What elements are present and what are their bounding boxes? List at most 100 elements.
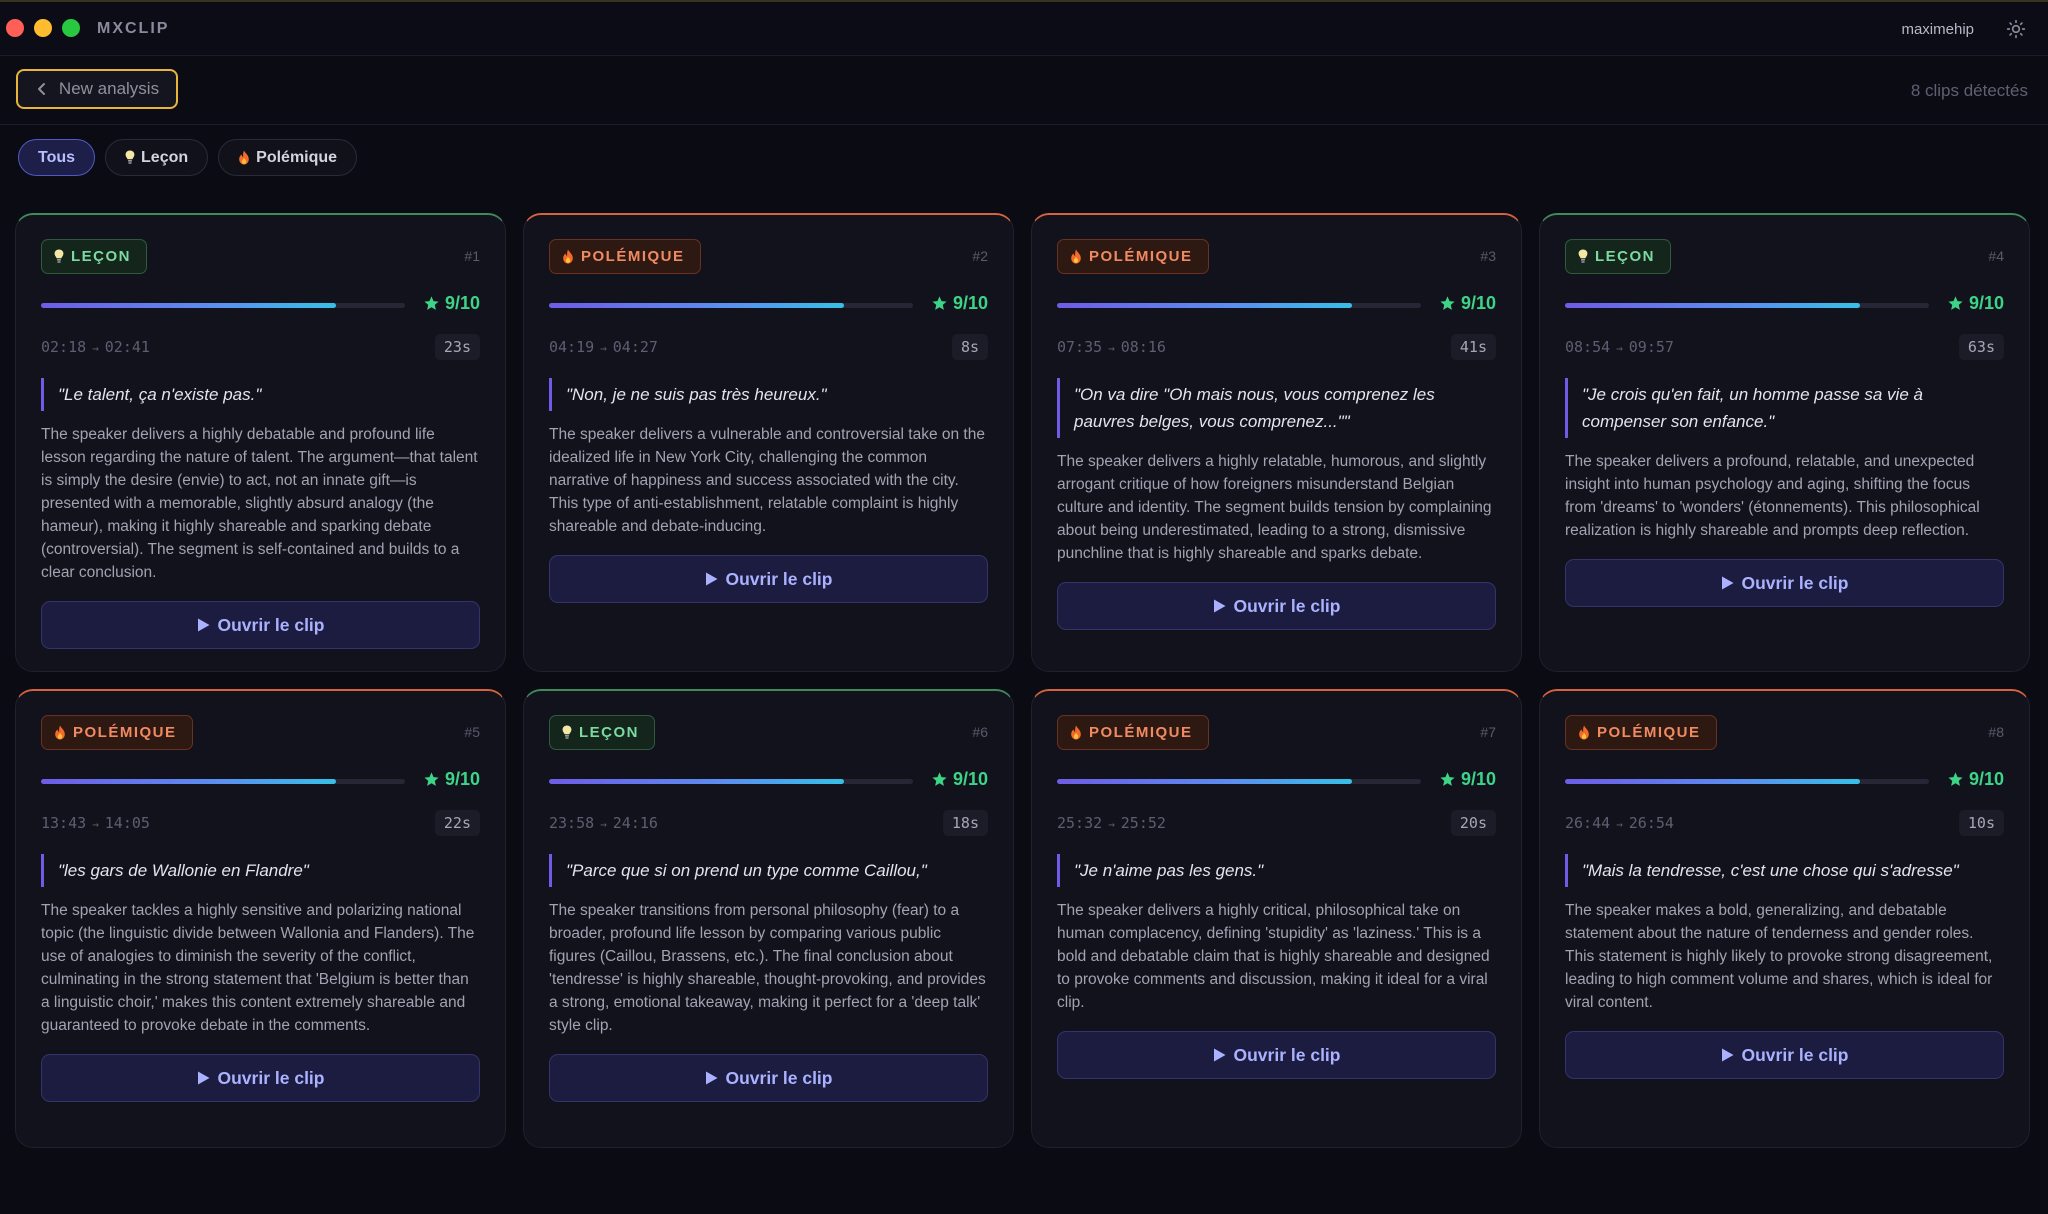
category-badge: POLÉMIQUE <box>41 715 193 750</box>
clip-number: #1 <box>464 248 480 264</box>
clip-description: The speaker delivers a profound, relatab… <box>1565 453 1980 539</box>
clip-number: #7 <box>1480 724 1496 740</box>
arrow-right-icon: → <box>92 818 99 831</box>
score-bar-fill <box>1565 303 1860 308</box>
filter-polemique[interactable]: Polémique <box>218 139 358 176</box>
new-analysis-button[interactable]: New analysis <box>16 69 178 109</box>
open-clip-button[interactable]: Ouvrir le clip <box>1057 582 1496 630</box>
category-label: POLÉMIQUE <box>1597 724 1701 741</box>
clip-number: #3 <box>1480 248 1496 264</box>
star-icon <box>932 296 947 310</box>
clip-quote: "Mais la tendresse, c'est une chose qui … <box>1565 854 2004 887</box>
clip-quote: "On va dire "Oh mais nous, vous comprene… <box>1057 378 1496 438</box>
score-bar <box>549 303 913 308</box>
play-icon <box>705 1071 717 1085</box>
category-badge: LEÇON <box>549 715 655 750</box>
close-window-button[interactable] <box>6 19 24 37</box>
open-clip-button[interactable]: Ouvrir le clip <box>41 1054 480 1102</box>
score-bar-fill <box>41 303 336 308</box>
filter-label: Polémique <box>256 148 338 166</box>
clip-quote: "Le talent, ça n'existe pas." <box>41 378 480 411</box>
category-label: POLÉMIQUE <box>1089 248 1193 265</box>
score: 9/10 <box>1439 293 1496 314</box>
end-time: 26:54 <box>1628 814 1674 832</box>
star-icon <box>424 772 439 786</box>
open-clip-button[interactable]: Ouvrir le clip <box>1565 1031 2004 1079</box>
category-label: LEÇON <box>1595 248 1655 265</box>
clip-description: The speaker makes a bold, generalizing, … <box>1565 902 1993 1011</box>
duration-badge: 8s <box>951 334 988 360</box>
score-bar-fill <box>549 779 844 784</box>
clip-content: "les gars de Wallonie en Flandre" The spe… <box>41 854 480 1102</box>
score: 9/10 <box>1439 769 1496 790</box>
start-time: 13:43 <box>41 814 87 832</box>
flame-icon <box>1071 249 1081 264</box>
clip-content: "Parce que si on prend un type comme Cai… <box>549 854 988 1102</box>
window-controls <box>6 19 80 37</box>
arrow-right-icon: → <box>1108 342 1115 355</box>
clip-description: The speaker tackles a highly sensitive a… <box>41 902 475 1034</box>
end-time: 09:57 <box>1628 338 1674 356</box>
open-clip-button[interactable]: Ouvrir le clip <box>1565 559 2004 607</box>
score-bar-fill <box>549 303 844 308</box>
play-icon <box>705 572 717 586</box>
open-clip-button[interactable]: Ouvrir le clip <box>41 601 480 649</box>
clip-card: POLÉMIQUE #3 9/10 07:35 → 08:16 41s "On va dire… <box>1031 213 1522 672</box>
clip-number: #2 <box>972 248 988 264</box>
clip-card: POLÉMIQUE #5 9/10 13:43 → 14:05 22s "les gars d… <box>15 689 506 1148</box>
category-badge: POLÉMIQUE <box>549 239 701 274</box>
open-clip-label: Ouvrir le clip <box>1741 572 1849 593</box>
filter-all[interactable]: Tous <box>18 139 96 176</box>
end-time: 14:05 <box>104 814 150 832</box>
category-badge: POLÉMIQUE <box>1057 239 1209 274</box>
clip-card: POLÉMIQUE #7 9/10 25:32 → 25:52 20s "Je n'aime … <box>1031 689 1522 1148</box>
username[interactable]: maximehip <box>1901 21 1974 38</box>
clip-quote: "les gars de Wallonie en Flandre" <box>41 854 480 887</box>
score-bar-fill <box>1057 779 1352 784</box>
timecode: 07:35 → 08:16 <box>1057 338 1166 356</box>
score-value: 9/10 <box>1968 769 2004 789</box>
open-clip-label: Ouvrir le clip <box>1741 1044 1849 1065</box>
arrow-right-icon: → <box>1108 818 1115 831</box>
category-label: POLÉMIQUE <box>1089 724 1193 741</box>
start-time: 25:32 <box>1057 814 1103 832</box>
zoom-window-button[interactable] <box>62 19 80 37</box>
play-icon <box>1213 1048 1225 1062</box>
lightbulb-icon <box>562 725 572 739</box>
theme-toggle-sun-icon[interactable] <box>2006 19 2026 39</box>
clip-grid: LEÇON #1 9/10 02:18 → 02:41 23s "Le talent, ça … <box>15 213 2030 1148</box>
timecode: 26:44 → 26:54 <box>1565 814 1674 832</box>
clip-content: "Je n'aime pas les gens." The speaker del… <box>1057 854 1496 1079</box>
clip-description: The speaker delivers a highly debatable … <box>41 426 478 581</box>
open-clip-button[interactable]: Ouvrir le clip <box>1057 1031 1496 1079</box>
play-icon <box>1721 1048 1733 1062</box>
app-name: MXCLIP <box>97 20 170 37</box>
score: 9/10 <box>931 769 988 790</box>
start-time: 26:44 <box>1565 814 1611 832</box>
chevron-left-icon <box>37 83 45 95</box>
minimize-window-button[interactable] <box>34 19 52 37</box>
category-badge: POLÉMIQUE <box>1057 715 1209 750</box>
toolbar: New analysis 8 clips détectés <box>0 57 2048 125</box>
start-time: 07:35 <box>1057 338 1103 356</box>
clip-quote: "Je n'aime pas les gens." <box>1057 854 1496 887</box>
flame-icon <box>1071 725 1081 740</box>
lightbulb-icon <box>1578 249 1588 263</box>
filter-lecon[interactable]: Leçon <box>105 139 209 176</box>
clip-card: LEÇON #6 9/10 23:58 → 24:16 18s "Parce que si o… <box>523 689 1014 1148</box>
score: 9/10 <box>423 769 480 790</box>
score: 9/10 <box>423 293 480 314</box>
filter-tabs: Tous Leçon Polémique <box>18 139 358 176</box>
score-bar <box>41 779 405 784</box>
start-time: 08:54 <box>1565 338 1611 356</box>
category-badge: LEÇON <box>1565 239 1671 274</box>
category-badge: LEÇON <box>41 239 147 274</box>
end-time: 25:52 <box>1120 814 1166 832</box>
score-bar <box>1565 779 1929 784</box>
timecode: 23:58 → 24:16 <box>549 814 658 832</box>
new-analysis-label: New analysis <box>58 79 160 98</box>
open-clip-button[interactable]: Ouvrir le clip <box>549 555 988 603</box>
open-clip-button[interactable]: Ouvrir le clip <box>549 1054 988 1102</box>
clip-quote: "Non, je ne suis pas très heureux." <box>549 378 988 411</box>
clip-description: The speaker transitions from personal ph… <box>549 902 986 1034</box>
